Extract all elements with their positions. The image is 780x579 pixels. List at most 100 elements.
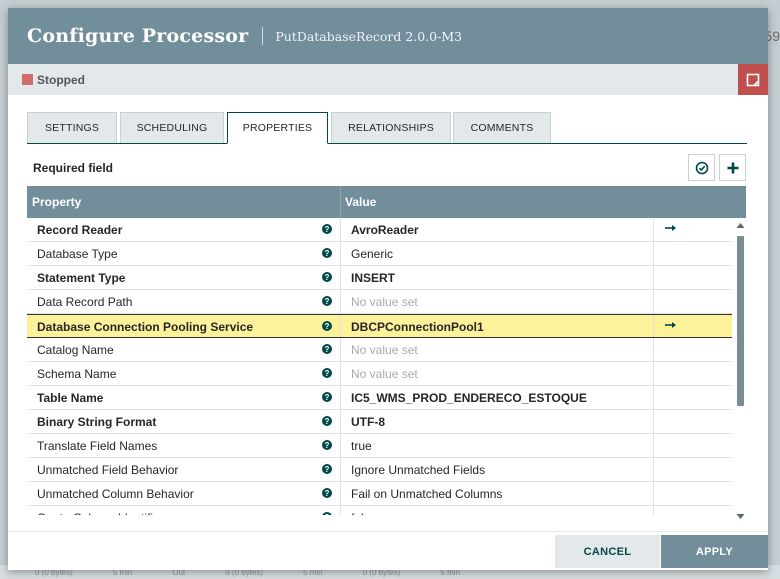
- property-row[interactable]: Table Name? IC5_WMS_PROD_ENDERECO_ESTOQUE: [27, 386, 732, 410]
- property-name: Record Reader: [37, 223, 123, 237]
- svg-text:?: ?: [325, 369, 330, 378]
- property-name: Catalog Name: [37, 343, 114, 357]
- property-row[interactable]: Schema Name? No value set: [27, 362, 732, 386]
- svg-text:?: ?: [325, 513, 330, 515]
- property-value[interactable]: No value set: [351, 367, 418, 381]
- scroll-up-icon[interactable]: [736, 222, 745, 229]
- stopped-icon: [22, 74, 33, 85]
- help-icon[interactable]: ?: [322, 296, 332, 306]
- tab-settings[interactable]: SETTINGS: [27, 112, 117, 143]
- property-row[interactable]: Database Connection Pooling Service? DBCP…: [27, 314, 732, 338]
- svg-text:?: ?: [325, 417, 330, 426]
- column-divider: [340, 482, 341, 505]
- help-icon[interactable]: ?: [322, 368, 332, 378]
- property-row[interactable]: Record Reader? AvroReader: [27, 218, 732, 242]
- column-divider: [653, 386, 654, 409]
- configure-processor-dialog: Configure Processor PutDatabaseRecord 2.…: [8, 8, 768, 570]
- svg-text:?: ?: [325, 225, 330, 234]
- column-divider: [340, 458, 341, 481]
- help-icon[interactable]: ?: [322, 248, 332, 258]
- help-icon[interactable]: ?: [322, 464, 332, 474]
- property-value[interactable]: No value set: [351, 295, 418, 309]
- property-value[interactable]: IC5_WMS_PROD_ENDERECO_ESTOQUE: [351, 391, 587, 405]
- property-value[interactable]: DBCPConnectionPool1: [351, 320, 484, 334]
- tab-relationships[interactable]: RELATIONSHIPS: [331, 112, 451, 143]
- verify-icon: [695, 161, 708, 174]
- column-divider: [653, 362, 654, 385]
- column-divider: [340, 362, 341, 385]
- column-divider: [653, 218, 654, 241]
- help-icon[interactable]: ?: [322, 416, 332, 426]
- column-divider: [340, 506, 341, 515]
- property-value[interactable]: false: [351, 511, 376, 515]
- property-row[interactable]: Catalog Name? No value set: [27, 338, 732, 362]
- property-value[interactable]: AvroReader: [351, 223, 419, 237]
- column-divider: [340, 266, 341, 289]
- property-row[interactable]: Unmatched Column Behavior? Fail on Unmatc…: [27, 482, 732, 506]
- help-icon[interactable]: ?: [322, 344, 332, 354]
- column-divider: [653, 410, 654, 433]
- help-icon[interactable]: ?: [322, 440, 332, 450]
- property-name: Unmatched Field Behavior: [37, 463, 179, 477]
- dialog-subtitle: PutDatabaseRecord 2.0.0-M3: [275, 28, 463, 44]
- header-divider: [340, 186, 341, 218]
- property-row[interactable]: Binary String Format? UTF-8: [27, 410, 732, 434]
- property-value[interactable]: UTF-8: [351, 415, 385, 429]
- help-icon[interactable]: ?: [322, 321, 332, 331]
- property-value[interactable]: Generic: [351, 247, 393, 261]
- table-scrollbar[interactable]: [735, 222, 745, 520]
- property-name: Schema Name: [37, 367, 117, 381]
- tab-scheduling[interactable]: SCHEDULING: [120, 112, 224, 143]
- svg-text:?: ?: [325, 273, 330, 282]
- add-property-button[interactable]: [719, 154, 746, 181]
- column-divider: [653, 290, 654, 313]
- help-icon[interactable]: ?: [322, 392, 332, 402]
- goto-processor-button[interactable]: [738, 64, 768, 95]
- help-icon[interactable]: ?: [322, 488, 332, 498]
- property-row[interactable]: Translate Field Names? true: [27, 434, 732, 458]
- property-value[interactable]: Fail on Unmatched Columns: [351, 487, 502, 501]
- status-label: Stopped: [37, 72, 85, 87]
- property-row[interactable]: Database Type? Generic: [27, 242, 732, 266]
- property-name: Translate Field Names: [37, 439, 158, 453]
- verify-properties-button[interactable]: [688, 154, 715, 181]
- property-name: Binary String Format: [37, 415, 157, 429]
- property-value[interactable]: INSERT: [351, 271, 395, 285]
- scroll-down-icon[interactable]: [736, 513, 745, 520]
- property-row[interactable]: Quote Column Identifiers? false: [27, 506, 732, 515]
- help-icon[interactable]: ?: [322, 512, 332, 515]
- column-divider: [653, 506, 654, 515]
- property-value[interactable]: No value set: [351, 343, 418, 357]
- property-row[interactable]: Data Record Path? No value set: [27, 290, 732, 314]
- column-divider: [653, 458, 654, 481]
- apply-button[interactable]: APPLY: [661, 535, 768, 568]
- footer-divider: [8, 531, 768, 532]
- property-value[interactable]: Ignore Unmatched Fields: [351, 463, 485, 477]
- svg-text:?: ?: [325, 297, 330, 306]
- column-divider: [340, 290, 341, 313]
- goto-arrow-icon[interactable]: [664, 222, 678, 234]
- column-divider: [653, 434, 654, 457]
- tab-comments[interactable]: COMMENTS: [453, 112, 551, 143]
- properties-table-header: Property Value: [27, 186, 746, 218]
- tab-properties[interactable]: PROPERTIES: [227, 112, 328, 144]
- property-value[interactable]: true: [351, 439, 372, 453]
- property-name: Database Connection Pooling Service: [37, 320, 254, 334]
- column-header-property: Property: [32, 195, 82, 209]
- column-divider: [340, 315, 341, 337]
- column-divider: [340, 218, 341, 241]
- column-divider: [340, 338, 341, 361]
- property-row[interactable]: Statement Type? INSERT: [27, 266, 732, 290]
- svg-text:?: ?: [325, 441, 330, 450]
- column-divider: [653, 482, 654, 505]
- goto-arrow-icon[interactable]: [664, 319, 678, 331]
- header-separator: [262, 27, 264, 45]
- help-icon[interactable]: ?: [322, 224, 332, 234]
- cancel-button[interactable]: CANCEL: [555, 535, 660, 568]
- property-row[interactable]: Unmatched Field Behavior? Ignore Unmatche…: [27, 458, 732, 482]
- property-name: Quote Column Identifiers: [37, 511, 170, 515]
- required-field-label: Required field: [33, 161, 114, 175]
- scrollbar-thumb[interactable]: [737, 236, 744, 406]
- svg-text:?: ?: [325, 249, 330, 258]
- help-icon[interactable]: ?: [322, 272, 332, 282]
